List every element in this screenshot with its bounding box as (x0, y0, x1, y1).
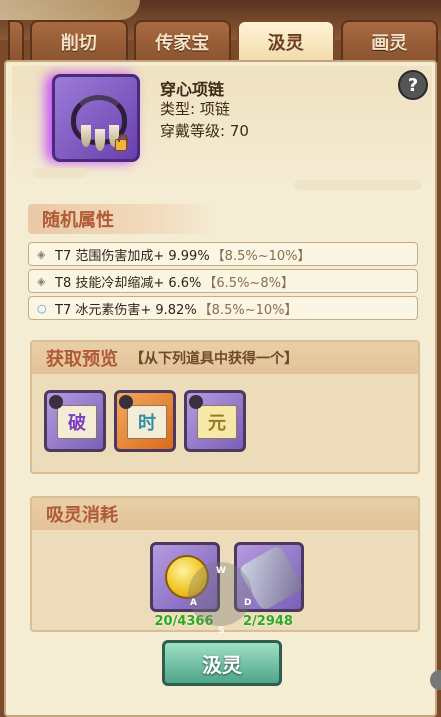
tab-hualing[interactable]: 画灵 (340, 20, 438, 62)
scroll-item-yuan[interactable]: 元 (184, 390, 246, 452)
jiling-button[interactable]: 汲灵 (162, 640, 282, 686)
item-level: 穿戴等级: 70 (160, 122, 249, 140)
tab-jiling[interactable]: 汲灵 (237, 20, 335, 62)
attr-text: T8 技能冷却缩减+ 6.6% (55, 275, 202, 291)
tab-label: 传家宝 (155, 33, 210, 54)
scroll-item-shi[interactable]: 时 (114, 390, 176, 452)
joystick-s: S (218, 626, 225, 636)
joystick-w: W (216, 566, 226, 576)
tab-bar: 削切 传家宝 汲灵 画灵 (8, 20, 438, 62)
section-title-random-attrs: 随机属性 (28, 204, 218, 234)
attr-row: ○ T7 冰元素伤害+ 9.82% 【8.5%~10%】 (28, 296, 418, 320)
preview-header: 获取预览 【从下列道具中获得一个】 (32, 342, 418, 374)
tab-heirloom[interactable]: 传家宝 (133, 20, 231, 62)
diamond-icon: ◈ (37, 247, 46, 261)
divider (32, 168, 88, 178)
fang-left (81, 125, 91, 147)
scroll-item-po[interactable]: 破 (44, 390, 106, 452)
attr-range: 【8.5%~10%】 (198, 302, 298, 318)
tab-label: 汲灵 (267, 33, 304, 54)
badge-icon (119, 395, 133, 409)
scroll-glyph: 时 (138, 413, 156, 434)
tab-label: 削切 (60, 33, 97, 54)
scroll-glyph: 元 (208, 413, 226, 434)
circle-icon: ○ (37, 301, 47, 315)
lock-icon (115, 134, 128, 151)
banner-decoration (0, 0, 140, 20)
consume-header: 吸灵消耗 (32, 498, 418, 530)
attr-row: ◈ T7 范围伤害加成+ 9.99% 【8.5%~10%】 (28, 242, 418, 266)
tab-xuqie[interactable]: 削切 (30, 20, 128, 62)
divider (294, 180, 422, 190)
item-type: 类型: 项链 (160, 100, 230, 118)
necklace-icon[interactable] (52, 74, 140, 162)
virtual-joystick[interactable]: W A D S (188, 562, 252, 636)
item-name: 穿心项链 (160, 80, 225, 99)
diamond-icon: ◈ (37, 274, 46, 288)
help-icon[interactable]: ? (398, 70, 428, 100)
joystick-a: A (190, 598, 197, 608)
attr-text: T7 范围伤害加成+ 9.99% (55, 248, 210, 264)
attr-text: T7 冰元素伤害+ 9.82% (55, 302, 197, 318)
preview-box: 获取预览 【从下列道具中获得一个】 破 时 元 (30, 340, 420, 474)
fang-center (95, 129, 105, 151)
attr-range: 【6.5%~8%】 (203, 275, 294, 291)
preview-title: 获取预览 (46, 349, 118, 370)
attr-list: ◈ T7 范围伤害加成+ 9.99% 【8.5%~10%】 ◈ T8 技能冷却缩… (28, 242, 418, 323)
tab-edge (8, 20, 24, 62)
badge-icon (189, 395, 203, 409)
preview-subtitle: 【从下列道具中获得一个】 (130, 351, 298, 367)
consume-title: 吸灵消耗 (46, 505, 118, 526)
attr-row: ◈ T8 技能冷却缩减+ 6.6% 【6.5%~8%】 (28, 269, 418, 293)
scroll-glyph: 破 (68, 413, 86, 434)
joystick-d: D (244, 598, 252, 608)
badge-icon (49, 395, 63, 409)
attr-range: 【8.5%~10%】 (211, 248, 311, 264)
tab-label: 画灵 (371, 33, 408, 54)
